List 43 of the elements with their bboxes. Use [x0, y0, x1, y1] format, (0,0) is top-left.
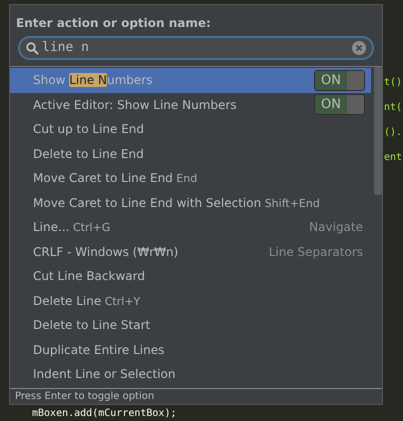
item-label: Duplicate Entire Lines	[33, 342, 164, 359]
toggle-switch[interactable]: ON	[314, 70, 365, 91]
item-label: Active Editor: Show Line Numbers	[33, 96, 237, 114]
toggle-value: ON	[315, 70, 347, 90]
action-item[interactable]: Move Caret to Line End with Selection Shift+End	[10, 190, 371, 215]
action-item[interactable]: Delete to Line End	[10, 142, 371, 166]
clear-icon[interactable]	[352, 41, 366, 55]
code-fragment: ent	[384, 151, 402, 165]
item-label: Show Line Numbers	[33, 72, 152, 90]
popup-title: Enter action or option name:	[16, 15, 212, 31]
action-item[interactable]: Delete to Line Start	[10, 313, 371, 338]
toggle-value: ON	[315, 95, 347, 114]
item-label: Delete to Line End	[33, 146, 144, 163]
code-fragment: nt(	[384, 101, 402, 115]
action-item[interactable]: Indent Line or Selection	[10, 362, 371, 386]
group-label: Line Separators	[268, 244, 363, 261]
code-line: mBoxen.add(mCurrentBox);	[32, 407, 176, 420]
action-item[interactable]: Show Line Numbers ON	[10, 68, 371, 92]
toggle-switch[interactable]: ON	[314, 94, 365, 116]
action-item[interactable]: Move Caret to Line End End	[10, 166, 371, 190]
action-item[interactable]: Line... Ctrl+G Navigate	[10, 215, 371, 240]
item-label: Cut Line Backward	[33, 268, 145, 286]
item-label: CRLF - Windows (₩r₩n)	[33, 244, 178, 261]
item-label: Line... Ctrl+G	[33, 219, 110, 236]
action-item[interactable]: Cut up to Line End	[10, 117, 371, 142]
code-fragment: t()	[384, 76, 402, 90]
action-item[interactable]: Active Editor: Show Line Numbers ON	[10, 92, 371, 117]
action-item[interactable]: Cut Line Backward	[10, 264, 371, 288]
group-label: Navigate	[309, 219, 363, 236]
action-item[interactable]: CRLF - Windows (₩r₩n) Line Separators	[10, 240, 371, 264]
action-item[interactable]: Delete Line Ctrl+Y	[10, 288, 371, 313]
item-label: Indent Line or Selection	[33, 366, 176, 384]
item-label: Move Caret to Line End with Selection Shift+End	[33, 194, 320, 212]
item-label: Cut up to Line End	[33, 121, 144, 138]
search-icon	[26, 42, 39, 54]
action-item[interactable]: Duplicate Entire Lines	[10, 338, 371, 362]
item-label: Delete Line Ctrl+Y	[33, 292, 140, 310]
code-fragment: ().	[384, 126, 402, 140]
search-field[interactable]: line n	[18, 36, 374, 60]
item-label: Delete to Line Start	[33, 317, 150, 334]
item-label: Move Caret to Line End End	[33, 170, 198, 187]
search-input[interactable]: line n	[42, 38, 349, 58]
hint-text: Press Enter to toggle option	[15, 390, 154, 404]
